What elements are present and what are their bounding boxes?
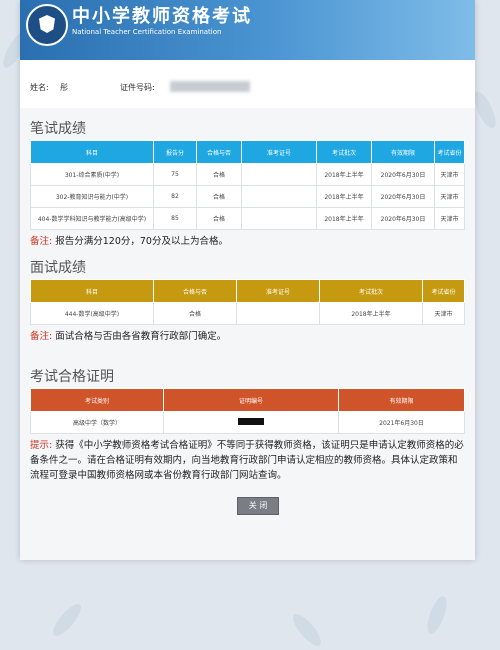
column-header: 考试批次 [316,140,372,164]
header-title: 中小学教师资格考试 [72,6,252,27]
note-text: 报告分满分120分，70分及以上为合格。 [55,236,228,247]
table-row: 444-数学(高级中学) 合格 2018年上半年 天津市 [30,302,465,325]
written-title: 笔试成绩 [30,121,86,137]
certificate-tip: 提示: 获得《中小学教师资格考试合格证明》不等同于获得教师资格，该证明只是申请认… [30,438,465,483]
written-section: 笔试成绩 科目 报告分 合格与否 准考证号 考试批次 有效期限 考试省份 301… [30,118,465,249]
table-row: 高级中学（数学） 2021年6月30日 [30,411,465,434]
column-header: 科目 [30,140,154,164]
interview-note: 备注: 面试合格与否由各省教育行政部门确定。 [30,329,465,344]
certificate-section: 考试合格证明 考试类别 证明编号 有效期限 高级中学（数学） 2021年6月30… [30,366,465,483]
name-label: 姓名: [30,83,49,92]
seal-logo-icon [26,4,68,46]
table-cell: 2018年上半年 [316,163,372,186]
note-label: 备注: [30,331,53,342]
table-header-row: 科目 合格与否 准考证号 考试批次 考试省份 [30,279,465,303]
table-cell: 天津市 [434,207,465,230]
certificate-number-cell [163,411,339,434]
note-text: 面试合格与否由各省教育行政部门确定。 [55,331,227,342]
written-note: 备注: 报告分满分120分，70分及以上为合格。 [30,234,465,249]
table-row: 301-综合素质(中学) 75 合格 2018年上半年 2020年6月30日 天… [30,163,465,186]
background-leaf [48,600,86,640]
column-header: 科目 [30,279,154,303]
interview-title: 面试成绩 [30,260,86,276]
table-cell: 合格 [196,185,242,208]
id-number-redacted [170,81,250,92]
column-header: 准考证号 [241,140,317,164]
table-cell: 75 [153,163,197,186]
table-cell [241,207,317,230]
tip-text: 获得《中小学教师资格考试合格证明》不等同于获得教师资格，该证明只是申请认定教师资… [30,440,464,481]
column-header: 有效期限 [371,140,435,164]
table-cell: 高级中学（数学） [30,411,164,434]
column-header: 考试省份 [434,140,465,164]
column-header: 合格与否 [196,140,242,164]
column-header: 考试类别 [30,388,164,412]
table-row: 404-数学学科知识与教学能力(高级中学) 85 合格 2018年上半年 202… [30,207,465,230]
background-leaf [423,593,451,637]
column-header: 报告分 [153,140,197,164]
table-cell [236,302,320,325]
table-cell [241,185,317,208]
background-leaf [288,610,326,650]
column-header: 考试省份 [422,279,465,303]
interview-table: 科目 合格与否 准考证号 考试批次 考试省份 444-数学(高级中学) 合格 2… [30,279,465,325]
table-cell: 2018年上半年 [316,207,372,230]
score-report-page: 中小学教师资格考试 National Teacher Certification… [20,0,475,560]
table-cell: 合格 [196,207,242,230]
table-cell [241,163,317,186]
certificate-table: 考试类别 证明编号 有效期限 高级中学（数学） 2021年6月30日 [30,388,465,434]
table-cell: 合格 [153,302,237,325]
identity-row: 姓名: 彤 证件号码: [20,60,475,108]
column-header: 有效期限 [338,388,465,412]
column-header: 合格与否 [153,279,237,303]
table-cell: 2020年6月30日 [371,185,435,208]
column-header: 证明编号 [163,388,339,412]
table-cell: 444-数学(高级中学) [30,302,154,325]
table-cell: 82 [153,185,197,208]
table-cell: 2018年上半年 [316,185,372,208]
table-cell: 2020年6月30日 [371,163,435,186]
table-cell: 天津市 [422,302,465,325]
id-number-label: 证件号码: [120,83,155,92]
certificate-title: 考试合格证明 [30,369,114,385]
table-cell: 合格 [196,163,242,186]
tip-label: 提示: [30,440,53,451]
column-header: 考试批次 [319,279,423,303]
table-cell: 天津市 [434,185,465,208]
table-cell: 404-数学学科知识与教学能力(高级中学) [30,207,154,230]
interview-section: 面试成绩 科目 合格与否 准考证号 考试批次 考试省份 444-数学(高级中学)… [30,257,465,344]
column-header: 准考证号 [236,279,320,303]
table-header-row: 考试类别 证明编号 有效期限 [30,388,465,412]
table-cell: 85 [153,207,197,230]
table-header-row: 科目 报告分 合格与否 准考证号 考试批次 有效期限 考试省份 [30,140,465,164]
table-row: 302-教育知识与能力(中学) 82 合格 2018年上半年 2020年6月30… [30,185,465,208]
close-button[interactable]: 关 闭 [237,497,279,515]
table-cell: 2020年6月30日 [371,207,435,230]
table-cell: 2018年上半年 [319,302,423,325]
written-table: 科目 报告分 合格与否 准考证号 考试批次 有效期限 考试省份 301-综合素质… [30,140,465,230]
table-cell: 2021年6月30日 [338,411,465,434]
name-value: 彤 [60,83,68,92]
table-cell: 302-教育知识与能力(中学) [30,185,154,208]
table-cell: 天津市 [434,163,465,186]
header-subtitle: National Teacher Certification Examinati… [72,28,222,36]
header-banner: 中小学教师资格考试 National Teacher Certification… [20,0,475,60]
redaction-bar [238,418,264,425]
note-label: 备注: [30,236,53,247]
table-cell: 301-综合素质(中学) [30,163,154,186]
